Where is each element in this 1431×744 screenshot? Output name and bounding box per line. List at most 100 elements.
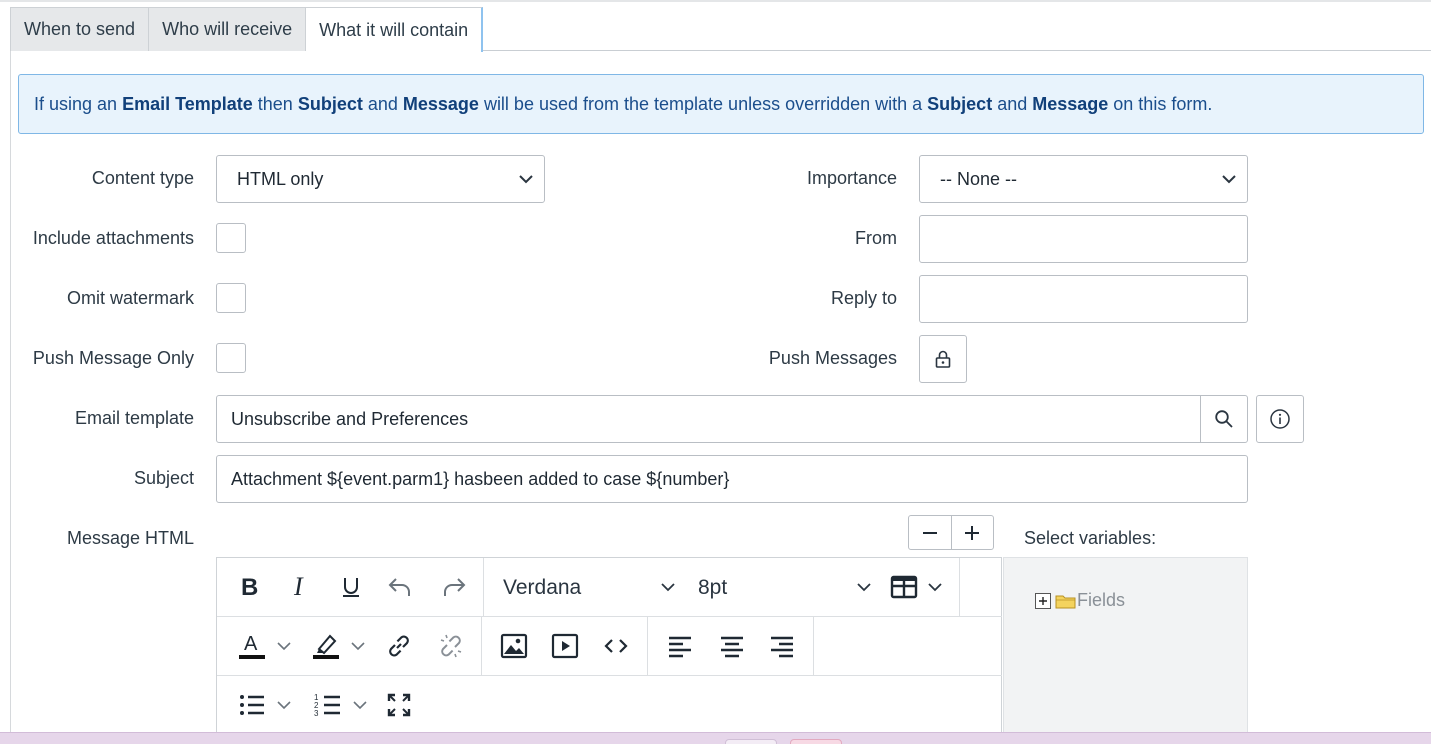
underline-button[interactable] bbox=[336, 572, 366, 602]
email-template-input[interactable]: Unsubscribe and Preferences bbox=[216, 395, 1201, 443]
font-family-select[interactable]: Verdana bbox=[484, 558, 684, 616]
reply-to-input[interactable] bbox=[919, 275, 1248, 323]
source-code-button[interactable] bbox=[600, 630, 632, 662]
omit-watermark-checkbox[interactable] bbox=[216, 283, 246, 313]
chevron-down-icon bbox=[661, 583, 675, 592]
fullscreen-icon bbox=[387, 693, 411, 717]
tab-when-to-send[interactable]: When to send bbox=[10, 7, 150, 51]
table-button[interactable] bbox=[890, 558, 954, 616]
fullscreen-button[interactable] bbox=[383, 689, 415, 721]
insert-image-button[interactable] bbox=[498, 630, 530, 662]
content-type-value: HTML only bbox=[237, 168, 324, 189]
email-template-label: Email template bbox=[74, 408, 194, 428]
toolbar-row-1: B I Verdana 8pt bbox=[217, 558, 1002, 617]
importance-select[interactable]: -- None -- bbox=[919, 155, 1248, 203]
chevron-down-icon bbox=[857, 583, 871, 592]
text-color-button[interactable]: A bbox=[233, 629, 299, 663]
toolbar-row-3: 1 2 3 bbox=[217, 676, 1002, 736]
subject-value: Attachment ${event.parm1} hasbeen added … bbox=[231, 468, 730, 489]
toolbar-group-align bbox=[648, 617, 814, 675]
align-right-button[interactable] bbox=[766, 630, 798, 662]
chevron-down-icon bbox=[351, 642, 365, 651]
undo-icon bbox=[388, 578, 410, 596]
omit-watermark-label: Omit watermark bbox=[66, 288, 194, 308]
insert-media-button[interactable] bbox=[549, 630, 581, 662]
toolbar-group-color-links: A bbox=[217, 617, 482, 675]
expand-plus-icon[interactable] bbox=[1034, 592, 1052, 610]
toolbar-row-2: A bbox=[217, 617, 1002, 676]
unlink-icon bbox=[440, 634, 462, 658]
shrink-editor-button[interactable] bbox=[909, 516, 951, 549]
svg-text:3: 3 bbox=[314, 709, 319, 718]
insert-link-button[interactable] bbox=[383, 630, 415, 662]
svg-text:I: I bbox=[293, 575, 304, 599]
toolbar-group-format: B I bbox=[217, 558, 484, 616]
from-label: From bbox=[855, 228, 897, 248]
expand-editor-button[interactable] bbox=[950, 516, 993, 549]
align-left-button[interactable] bbox=[664, 630, 696, 662]
email-template-info-button[interactable] bbox=[1256, 395, 1304, 443]
chevron-down-icon bbox=[353, 701, 367, 710]
chevron-down-icon bbox=[277, 701, 291, 710]
svg-text:A: A bbox=[244, 633, 258, 655]
select-variables-label: Select variables: bbox=[1024, 528, 1157, 548]
tree-node-fields-label: Fields bbox=[1077, 590, 1126, 610]
push-message-only-label: Push Message Only bbox=[32, 348, 194, 368]
variables-panel: Fields bbox=[1003, 557, 1248, 744]
italic-button[interactable]: I bbox=[285, 572, 315, 602]
toolbar-group-font: Verdana 8pt bbox=[484, 558, 960, 616]
chevron-down-icon bbox=[519, 175, 533, 184]
message-html-label: Message HTML bbox=[66, 528, 194, 548]
taskbar-item[interactable] bbox=[725, 739, 777, 744]
banner-text: If using an Email Template then Subject … bbox=[34, 93, 1213, 114]
align-right-icon bbox=[771, 636, 793, 658]
align-center-button[interactable] bbox=[716, 630, 748, 662]
subject-label: Subject bbox=[133, 468, 194, 488]
chevron-down-icon bbox=[277, 642, 291, 651]
underline-icon bbox=[343, 578, 359, 597]
content-type-label: Content type bbox=[91, 168, 194, 188]
chevron-down-icon bbox=[928, 583, 942, 592]
subject-input[interactable]: Attachment ${event.parm1} hasbeen added … bbox=[216, 455, 1248, 503]
folder-icon bbox=[1055, 595, 1076, 608]
window-top-edge bbox=[0, 0, 1431, 2]
bullet-list-button[interactable] bbox=[233, 688, 299, 722]
font-size-select[interactable]: 8pt bbox=[684, 558, 880, 616]
taskbar-item[interactable] bbox=[790, 739, 842, 744]
from-input[interactable] bbox=[919, 215, 1248, 263]
message-html-editor: B I Verdana 8pt A 1 2 3 bbox=[216, 557, 1002, 744]
code-icon bbox=[604, 639, 628, 653]
include-attachments-label: Include attachments bbox=[32, 228, 194, 248]
toolbar-group-insert bbox=[482, 617, 648, 675]
undo-button[interactable] bbox=[385, 572, 415, 602]
highlight-color-button[interactable] bbox=[307, 629, 373, 663]
importance-value: -- None -- bbox=[940, 168, 1018, 189]
email-template-lookup-button[interactable] bbox=[1200, 395, 1248, 443]
content-type-select[interactable]: HTML only bbox=[216, 155, 545, 203]
tab-who-will-receive[interactable]: Who will receive bbox=[149, 7, 307, 51]
bold-icon: B bbox=[241, 575, 258, 599]
include-attachments-checkbox[interactable] bbox=[216, 223, 246, 253]
search-icon bbox=[1215, 410, 1233, 428]
text-color-icon: A bbox=[239, 633, 265, 659]
email-template-value: Unsubscribe and Preferences bbox=[231, 408, 469, 429]
minus-icon bbox=[922, 531, 937, 534]
align-left-icon bbox=[669, 636, 691, 658]
info-icon bbox=[1270, 409, 1290, 429]
push-message-only-checkbox[interactable] bbox=[216, 343, 246, 373]
highlighter-icon bbox=[313, 634, 339, 659]
font-size-value: 8pt bbox=[698, 576, 728, 599]
numbered-list-button[interactable]: 1 2 3 bbox=[309, 688, 375, 722]
tab-what-it-will-contain[interactable]: What it will contain bbox=[306, 7, 484, 52]
redo-button[interactable] bbox=[439, 572, 469, 602]
chevron-down-icon bbox=[1222, 175, 1236, 184]
tree-node-fields[interactable]: Fields bbox=[1034, 590, 1125, 611]
image-icon bbox=[500, 633, 528, 659]
push-messages-lock-button[interactable] bbox=[919, 335, 967, 383]
editor-resize-controls bbox=[908, 515, 994, 550]
bold-button[interactable]: B bbox=[235, 572, 265, 602]
taskbar bbox=[0, 732, 1431, 744]
reply-to-label: Reply to bbox=[830, 288, 897, 308]
numbered-list-icon: 1 2 3 bbox=[314, 693, 340, 718]
remove-link-button[interactable] bbox=[435, 630, 467, 662]
